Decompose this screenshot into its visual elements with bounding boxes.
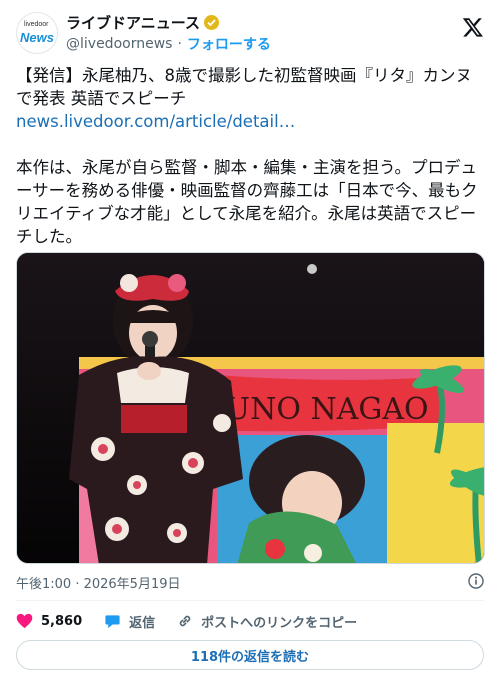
verified-badge-icon [203,14,219,30]
tweet-text: 【発信】永尾柚乃、8歳で撮影した初監督映画『リタ』カンヌで発表 英語でスピーチ … [16,64,488,248]
tweet-card: livedoor News ライブドアニュース @livedoornews · … [0,0,500,682]
follow-button[interactable]: フォローする [187,34,271,54]
copy-link-button[interactable]: ポストへのリンクをコピー [177,612,357,631]
tweet-photo[interactable]: YUNO NAGAO [16,252,485,564]
separator-dot: · [177,36,182,52]
read-replies-button[interactable]: 118件の返信を読む [16,640,484,670]
account-name[interactable]: ライブドアニュース [66,12,200,33]
like-button[interactable]: 5,860 [16,613,82,629]
account-handle[interactable]: @livedoornews [66,36,172,52]
info-icon[interactable] [468,573,484,589]
post-timestamp[interactable]: 午後1:00 · 2026年5月19日 [16,573,181,592]
tweet-body: 本作は、永尾が自ら監督・脚本・編集・主演を担う。プロデューサーを務める俳優・映画… [16,158,478,246]
avatar-brand-bottom: News [20,30,54,45]
tweet-header: livedoor News ライブドアニュース @livedoornews · … [16,10,486,56]
reply-label: 返信 [129,615,156,631]
avatar-brand-top: livedoor [24,21,49,28]
avatar[interactable]: livedoor News [16,12,58,54]
action-bar: 5,860 返信 ポストへのリンクをコピー [16,611,379,631]
link-icon [179,615,191,627]
reply-bubble-icon [105,615,120,629]
heart-icon [16,613,33,629]
account-info: ライブドアニュース @livedoornews · フォローする [66,12,271,55]
copy-link-label: ポストへのリンクをコピー [201,615,358,631]
reply-button[interactable]: 返信 [104,612,155,631]
x-logo-icon[interactable] [462,16,484,38]
divider [16,600,484,601]
article-link[interactable]: news.livedoor.com/article/detail… [16,112,295,131]
like-count: 5,860 [41,613,83,629]
tweet-headline: 【発信】永尾柚乃、8歳で撮影した初監督映画『リタ』カンヌで発表 英語でスピーチ [16,66,472,108]
banner-text: YUNO NAGAO [204,392,429,427]
photo-illustration: YUNO NAGAO [17,253,484,563]
